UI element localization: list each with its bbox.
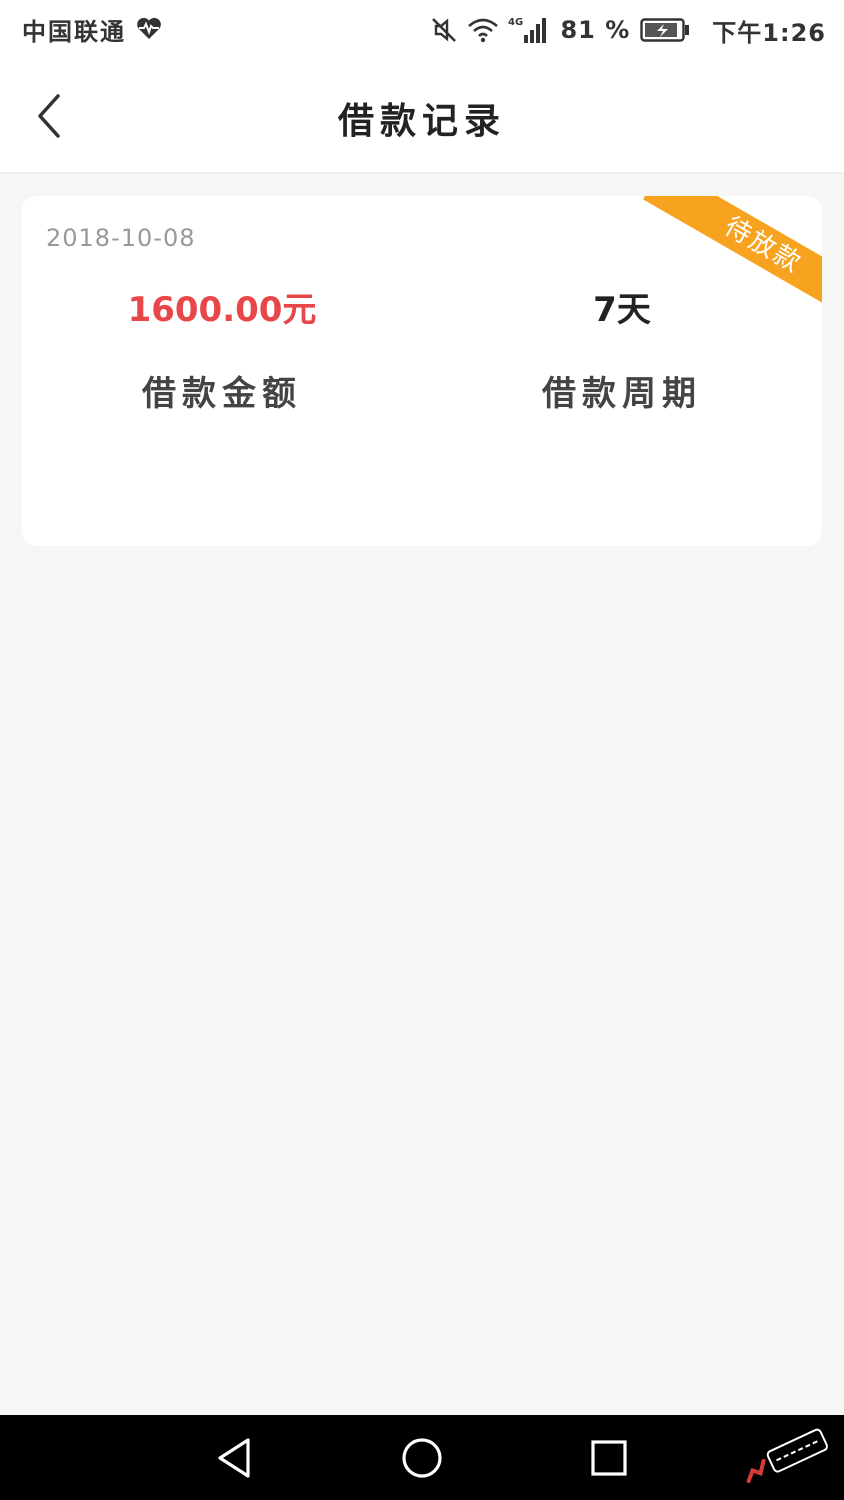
system-nav-bar xyxy=(0,1415,844,1500)
battery-charging-icon xyxy=(640,17,690,43)
heart-pulse-icon xyxy=(136,16,162,40)
nav-back-icon xyxy=(210,1438,260,1487)
loan-amount-value: 1600.00元 xyxy=(127,290,317,330)
nav-home-button[interactable] xyxy=(397,1433,447,1483)
loan-period-label: 借款周期 xyxy=(542,374,702,414)
loan-record-card[interactable]: 2018-10-08 待放款 1600.00元 借款金额 7天 借款周期 xyxy=(22,196,822,546)
watermark-logo xyxy=(736,1421,836,1493)
nav-back-button[interactable] xyxy=(210,1433,260,1483)
battery-percent: 81 % xyxy=(560,16,631,44)
loan-amount-block: 1600.00元 借款金额 xyxy=(22,288,422,415)
loan-period-value: 7天 xyxy=(593,290,651,330)
nav-home-icon xyxy=(397,1438,447,1487)
nav-recent-icon xyxy=(584,1440,634,1487)
screen: 中国联通 4G 81 % 下午1:26 借款记录 2018-10-08 待放款 … xyxy=(0,0,844,1500)
status-badge: 待放款 xyxy=(719,211,807,280)
status-indicators: 4G 81 % 下午1:26 xyxy=(430,12,826,48)
loan-date: 2018-10-08 xyxy=(46,224,196,252)
nav-recent-button[interactable] xyxy=(584,1433,634,1483)
status-bar: 中国联通 4G 81 % 下午1:26 xyxy=(0,0,844,60)
svg-text:4G: 4G xyxy=(508,17,523,28)
signal-4g-icon: 4G xyxy=(508,15,552,45)
clock-time: 下午1:26 xyxy=(712,18,826,47)
page-title: 借款记录 xyxy=(337,101,506,142)
app-header: 借款记录 xyxy=(0,60,844,174)
mute-icon xyxy=(430,16,458,44)
loan-amount-label: 借款金额 xyxy=(142,374,302,414)
carrier-name: 中国联通 xyxy=(22,18,126,46)
loan-period-block: 7天 借款周期 xyxy=(422,288,822,415)
wifi-icon xyxy=(466,16,500,44)
